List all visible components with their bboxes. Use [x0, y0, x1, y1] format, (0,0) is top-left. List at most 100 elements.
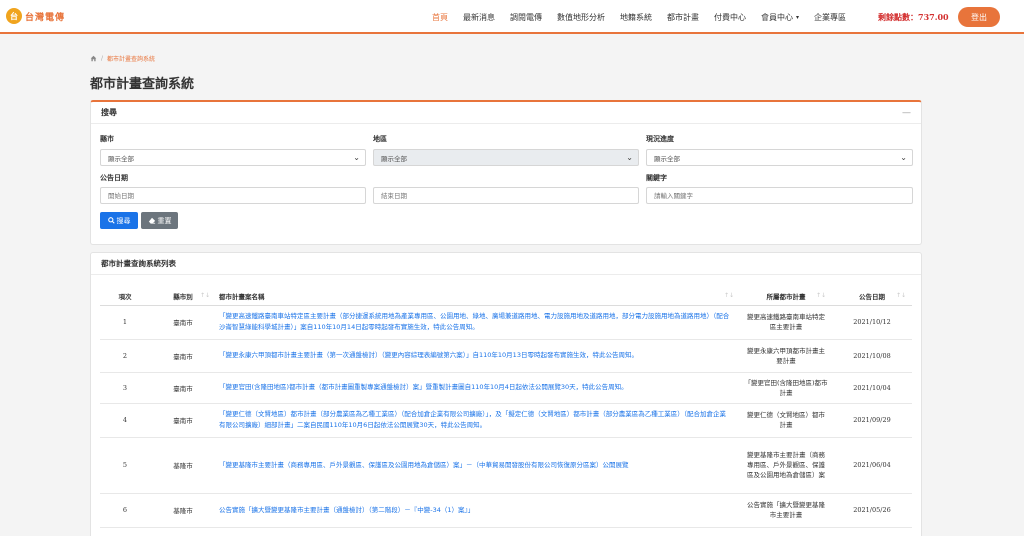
search-button-label: 搜尋 — [116, 216, 131, 225]
logo-text: 台灣電傳 — [25, 12, 66, 23]
cell-county: 臺南市 — [150, 403, 216, 438]
chevron-down-icon: ⌄ — [353, 153, 360, 162]
chevron-down-icon: ▾ — [796, 13, 800, 21]
reset-button[interactable]: 重置 — [141, 212, 178, 229]
cell-date: 2021/05/26 — [832, 493, 912, 528]
col-header-plan-name[interactable]: 都市計畫案名稱 ↑↓ — [216, 287, 740, 306]
col-header-county-label: 縣市別 — [173, 292, 193, 301]
cell-county: 基隆市 — [150, 493, 216, 528]
remaining-points: 剩餘點數：737.00 — [878, 12, 949, 22]
cell-date: 2021/10/08 — [832, 339, 912, 373]
results-table: 項次 縣市別 ↑↓ 都市計畫案名稱 ↑↓ 所屬都市計畫 ↑↓ 公告日期 ↑↓ 1 臺南市… — [100, 287, 912, 528]
sort-icon: ↑↓ — [895, 292, 906, 299]
collapse-icon[interactable]: — — [902, 108, 911, 118]
cell-plan-name-link[interactable]: 「變更基隆市主要計畫（商務專用區、戶外景觀區、保護區及公園用地為倉儲區）案」－（… — [216, 437, 740, 494]
table-row: 4 臺南市 「變更仁德（文賢地區）都市計畫（部分農業區為乙種工業區）（配合加倉企… — [100, 403, 912, 438]
col-header-county[interactable]: 縣市別 ↑↓ — [150, 287, 216, 306]
county-select-value: 顯示全部 — [108, 154, 134, 163]
cell-date: 2021/06/04 — [832, 437, 912, 494]
nav-member-label: 會員中心 — [761, 12, 793, 22]
cell-no: 5 — [100, 437, 150, 494]
logout-button[interactable]: 登出 — [958, 7, 1000, 27]
nav-urban-planning[interactable]: 都市計畫 — [667, 12, 699, 23]
search-panel-header: 搜尋 — — [91, 102, 921, 124]
nav-transcript[interactable]: 調閱電傳 — [510, 12, 542, 23]
table-row: 3 臺南市 「變更官田(含隆田地區)都市計畫（都市計畫圖重製專案通盤檢討）案」暨… — [100, 372, 912, 404]
district-label: 地區 — [373, 135, 387, 143]
sort-icon: ↑↓ — [199, 292, 210, 299]
county-label: 縣市 — [100, 135, 114, 143]
cell-urban-plan: 公告實施「擴大暨變更基隆市主要計畫 — [740, 493, 832, 528]
table-header-row: 項次 縣市別 ↑↓ 都市計畫案名稱 ↑↓ 所屬都市計畫 ↑↓ 公告日期 ↑↓ — [100, 287, 912, 306]
cell-date: 2021/10/04 — [832, 372, 912, 404]
nav-member-center[interactable]: 會員中心 ▾ — [761, 12, 799, 23]
reset-button-label: 重置 — [157, 216, 172, 225]
nav-enterprise[interactable]: 企業專區 — [814, 12, 846, 23]
search-panel-title: 搜尋 — [101, 108, 117, 117]
sort-icon: ↑↓ — [723, 292, 734, 299]
announce-date-label: 公告日期 — [100, 174, 128, 182]
cell-date: 2021/09/29 — [832, 403, 912, 438]
breadcrumb: / 都市計畫查詢系統 — [90, 54, 155, 63]
cell-plan-name-link[interactable]: 「變更高速鐵路臺南車站特定區主要計畫（部分捷運系統用地為產業專用區、公園用地、綠… — [216, 305, 740, 340]
chevron-down-icon: ⌄ — [900, 153, 907, 162]
cell-plan-name-link[interactable]: 公告實施「擴大暨變更基隆市主要計畫（通盤檢討）（第二階段）－『中變-34（1）案… — [216, 493, 740, 528]
col-header-urban-plan[interactable]: 所屬都市計畫 ↑↓ — [740, 287, 832, 306]
progress-label: 現況進度 — [646, 135, 674, 143]
table-row: 1 臺南市 「變更高速鐵路臺南車站特定區主要計畫（部分捷運系統用地為產業專用區、… — [100, 305, 912, 340]
col-header-date-label: 公告日期 — [859, 292, 885, 301]
cell-urban-plan: 變更永康六甲頂都市計畫主要計畫 — [740, 339, 832, 373]
col-header-no[interactable]: 項次 — [100, 287, 150, 306]
main-nav: 首頁 最新消息 調閱電傳 數值地形分析 地籍系統 都市計畫 付費中心 會員中心 … — [432, 0, 861, 34]
cell-urban-plan: 變更仁德（文賢地區）都市計畫 — [740, 403, 832, 438]
results-panel: 都市計畫查詢系統列表 項次 縣市別 ↑↓ 都市計畫案名稱 ↑↓ 所屬都市計畫 ↑↓ 公… — [90, 252, 922, 536]
cell-no: 1 — [100, 305, 150, 340]
nav-news[interactable]: 最新消息 — [463, 12, 495, 23]
search-button[interactable]: 搜尋 — [100, 212, 138, 229]
cell-county: 基隆市 — [150, 437, 216, 494]
cell-plan-name-link[interactable]: 「變更官田(含隆田地區)都市計畫（都市計畫圖重製專案通盤檢討）案」暨重製計畫圖自… — [216, 372, 740, 404]
cell-date: 2021/10/12 — [832, 305, 912, 340]
cell-no: 2 — [100, 339, 150, 373]
keyword-input[interactable] — [646, 187, 913, 204]
col-header-urban-plan-label: 所屬都市計畫 — [766, 292, 806, 301]
search-icon — [107, 217, 115, 224]
cell-county: 臺南市 — [150, 339, 216, 373]
cell-urban-plan: 變更基隆市主要計畫（商務專用區、戶外景觀區、保護區及公園用地為倉儲區）案 — [740, 437, 832, 494]
home-icon[interactable] — [90, 55, 97, 62]
nav-home[interactable]: 首頁 — [432, 12, 448, 23]
cell-plan-name-link[interactable]: 「變更永康六甲頂都市計畫主要計畫（第一次通盤檢討）（變更內容綜理表編號第六案）」… — [216, 339, 740, 373]
cell-no: 6 — [100, 493, 150, 528]
county-select[interactable]: 顯示全部 ⌄ — [100, 149, 366, 166]
top-navbar: 台 台灣電傳 首頁 最新消息 調閱電傳 數值地形分析 地籍系統 都市計畫 付費中… — [0, 0, 1024, 34]
table-row: 5 基隆市 「變更基隆市主要計畫（商務專用區、戶外景觀區、保護區及公園用地為倉儲… — [100, 437, 912, 494]
page-title: 都市計畫查詢系統 — [90, 77, 195, 92]
eraser-icon — [148, 217, 155, 224]
col-header-no-label: 項次 — [118, 292, 132, 301]
keyword-label: 關鍵字 — [646, 174, 667, 182]
col-header-plan-name-label: 都市計畫案名稱 — [219, 292, 265, 301]
district-select-value: 顯示全部 — [381, 154, 407, 163]
end-date-input[interactable] — [373, 187, 639, 204]
search-panel: 搜尋 — 縣市 顯示全部 ⌄ 地區 顯示全部 ⌄ 現況進度 顯示全部 ⌄ 公告日… — [90, 100, 922, 245]
nav-cadastral[interactable]: 地籍系統 — [620, 12, 652, 23]
cell-plan-name-link[interactable]: 「變更仁德（文賢地區）都市計畫（部分農業區為乙種工業區）（配合加倉企業有限公司擴… — [216, 403, 740, 438]
breadcrumb-separator: / — [101, 55, 104, 62]
col-header-date[interactable]: 公告日期 ↑↓ — [832, 287, 912, 306]
nav-terrain-analysis[interactable]: 數值地形分析 — [557, 12, 605, 23]
district-select[interactable]: 顯示全部 ⌄ — [373, 149, 639, 166]
cell-urban-plan: 「變更官田(含隆田地區)都市計畫 — [740, 372, 832, 404]
logo-mark: 台 — [6, 8, 22, 24]
site-logo[interactable]: 台 台灣電傳 — [6, 8, 65, 24]
cell-county: 臺南市 — [150, 305, 216, 340]
table-row: 2 臺南市 「變更永康六甲頂都市計畫主要計畫（第一次通盤檢討）（變更內容綜理表編… — [100, 339, 912, 373]
nav-payment[interactable]: 付費中心 — [714, 12, 746, 23]
cell-county: 臺南市 — [150, 372, 216, 404]
progress-select-value: 顯示全部 — [654, 154, 680, 163]
start-date-input[interactable] — [100, 187, 366, 204]
cell-no: 3 — [100, 372, 150, 404]
cell-urban-plan: 變更高速鐵路臺南車站特定區主要計畫 — [740, 305, 832, 340]
breadcrumb-current: 都市計畫查詢系統 — [107, 56, 156, 63]
progress-select[interactable]: 顯示全部 ⌄ — [646, 149, 913, 166]
results-title: 都市計畫查詢系統列表 — [91, 253, 921, 275]
